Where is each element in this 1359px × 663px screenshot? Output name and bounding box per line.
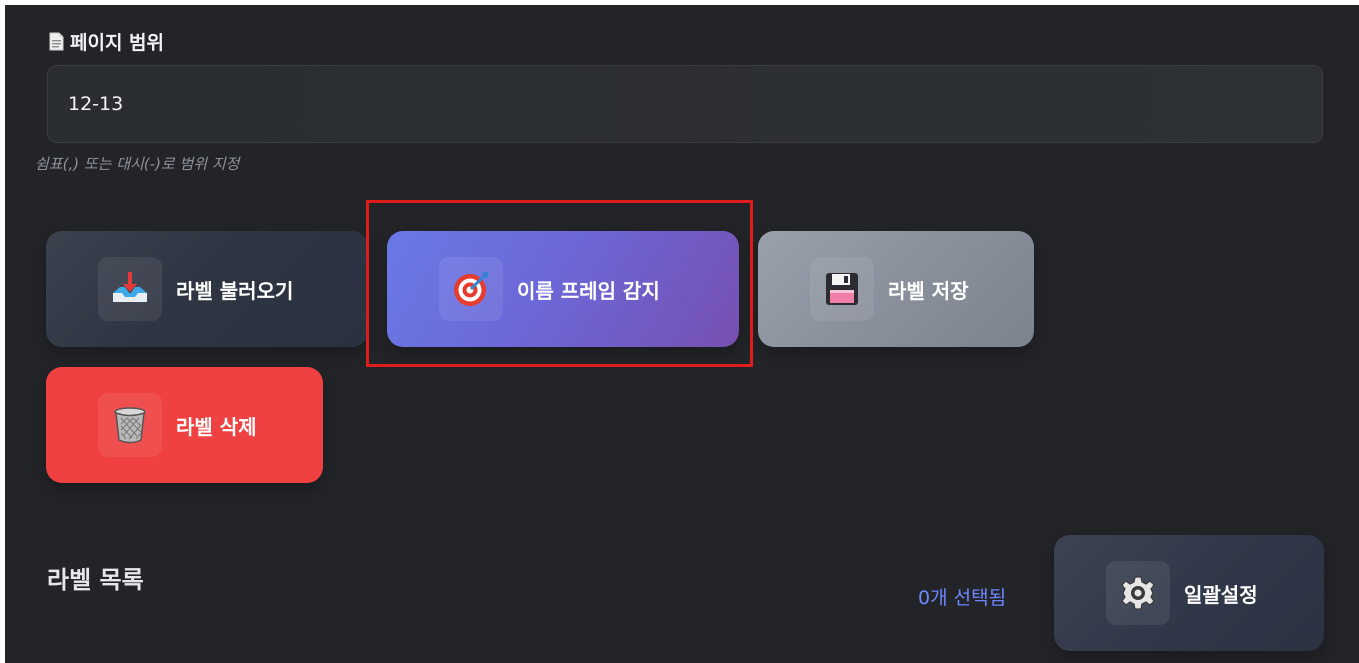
save-labels-label: 라벨 저장 xyxy=(888,278,969,303)
batch-settings-label: 일괄설정 xyxy=(1184,582,1258,607)
delete-labels-label: 라벨 삭제 xyxy=(176,414,257,439)
batch-icon-box xyxy=(1106,561,1170,625)
page-range-input[interactable] xyxy=(47,65,1323,143)
selected-count: 0개 선택됨 xyxy=(918,587,1007,609)
load-icon-box xyxy=(98,257,162,321)
save-icon-box xyxy=(810,257,874,321)
detect-icon-box xyxy=(439,257,503,321)
trash-can-icon xyxy=(114,407,146,444)
batch-settings-button[interactable]: 일괄설정 xyxy=(1054,535,1324,651)
panel: 페이지 범위 쉼표(,) 또는 대시(-)로 범위 지정 라벨 불러오기 xyxy=(5,5,1359,663)
page-range-heading: 페이지 범위 xyxy=(49,27,164,55)
detect-name-frame-button[interactable]: 이름 프레임 감지 xyxy=(387,231,739,347)
detect-name-frame-label: 이름 프레임 감지 xyxy=(517,278,660,303)
page-range-hint: 쉼표(,) 또는 대시(-)로 범위 지정 xyxy=(35,155,240,173)
save-labels-button[interactable]: 라벨 저장 xyxy=(758,231,1034,347)
inbox-tray-icon xyxy=(113,272,147,302)
delete-labels-button[interactable]: 라벨 삭제 xyxy=(46,367,323,483)
target-icon xyxy=(454,272,488,306)
document-icon xyxy=(49,32,64,51)
floppy-disk-icon xyxy=(826,273,858,305)
page-range-label: 페이지 범위 xyxy=(70,31,165,54)
load-labels-button[interactable]: 라벨 불러오기 xyxy=(46,231,368,347)
label-list-title: 라벨 목록 xyxy=(47,566,144,594)
load-labels-label: 라벨 불러오기 xyxy=(176,278,294,303)
delete-icon-box xyxy=(98,393,162,457)
gear-icon xyxy=(1121,576,1155,610)
